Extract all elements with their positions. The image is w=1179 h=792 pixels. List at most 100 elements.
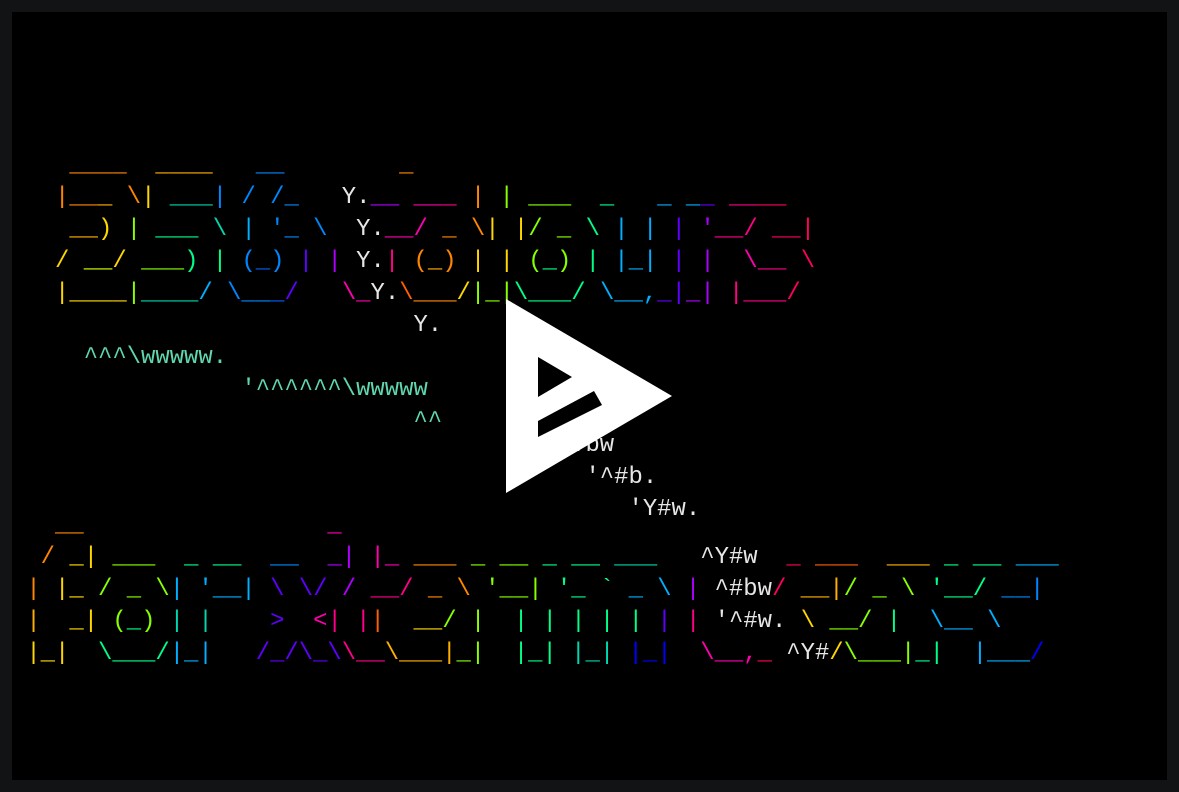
terminal-text-segment: ' (685, 216, 715, 243)
terminal-text-segment: ____ (12, 152, 127, 179)
terminal-text-segment: _ __ (155, 544, 242, 571)
terminal-text-segment: | (126, 216, 156, 243)
terminal-text-segment: __ (728, 184, 758, 211)
terminal-text-segment: < (284, 608, 328, 635)
terminal-text-segment: __/ (384, 216, 443, 243)
terminal-line: __ _ (12, 510, 342, 542)
terminal-text-segment: | (12, 576, 56, 603)
terminal-text-segment: \__, (671, 640, 758, 667)
terminal-text-segment: _| (456, 640, 486, 667)
terminal-text-segment: / (771, 576, 787, 603)
terminal-text-segment: / (1030, 640, 1045, 667)
terminal-text-segment: ) (442, 248, 457, 275)
terminal-text-segment: | (800, 216, 816, 243)
terminal-text-segment: | | (155, 608, 213, 635)
terminal-text-segment: _ (757, 544, 801, 571)
terminal-text-segment: _ (700, 184, 729, 211)
terminal-text-segment: ) (270, 248, 285, 275)
terminal-text-segment: |____ (12, 280, 127, 307)
terminal-text-segment: ___ (141, 248, 185, 275)
terminal-text-segment: | (327, 248, 342, 275)
terminal-text-segment: _| (69, 544, 99, 571)
terminal-text-segment: __ (757, 216, 801, 243)
terminal-line: / _| ___ _ __ __ _| |_ ___ _ __ _ __ ___… (12, 542, 1059, 574)
terminal-text-segment: |___ (944, 640, 1031, 667)
terminal-text-segment: |_| (485, 640, 557, 667)
terminal-text-segment: | (12, 608, 70, 635)
play-icon[interactable] (506, 299, 682, 493)
terminal-text-segment: |_| (169, 640, 213, 667)
terminal-text-segment: _ (399, 152, 414, 179)
terminal-text-segment: _ (255, 248, 271, 275)
terminal-text-segment: ____ (155, 152, 213, 179)
terminal-text-segment: __ (384, 608, 443, 635)
terminal-text-segment: _ __ (456, 544, 529, 571)
terminal-text-segment: ) (141, 608, 156, 635)
terminal-text-segment: __/ (714, 216, 758, 243)
terminal-text-segment: / (456, 280, 471, 307)
terminal-text-segment: |_| (614, 248, 672, 275)
terminal-text-segment: / (198, 280, 228, 307)
terminal-text-segment: ^#bw (714, 576, 772, 603)
terminal-text-segment: ___ (399, 544, 457, 571)
terminal-text-segment: | (671, 248, 701, 275)
terminal-text-segment: __/ (815, 608, 873, 635)
terminal-text-segment: | (571, 248, 615, 275)
terminal-text-segment: _ (270, 280, 285, 307)
terminal-line: '^^^^^^\wwwww (12, 374, 427, 406)
terminal-text-segment: __ (83, 248, 113, 275)
terminal-text-segment: _ (571, 184, 615, 211)
terminal-line: ____ ____ __ _ (12, 150, 414, 182)
terminal-text-segment: _ (427, 248, 443, 275)
terminal-text-segment: / _ (528, 216, 586, 243)
terminal-text-segment: '_ \ (255, 216, 328, 243)
terminal-text-segment: _| (685, 280, 715, 307)
terminal-text-segment: | (657, 216, 686, 243)
terminal-text-segment: Y. (370, 280, 400, 307)
terminal-line: |____|____/ \___/ \_Y.\___/|_|\___/ \__,… (12, 278, 801, 310)
terminal-text-segment: | '__| (169, 576, 256, 603)
terminal-text-segment: ^Y#w (700, 544, 758, 571)
terminal-text-segment: \ (585, 216, 600, 243)
terminal-text-segment: | (141, 184, 170, 211)
terminal-text-segment: '^^^^^^\wwww (241, 376, 414, 403)
terminal-text-segment: ( (528, 248, 543, 275)
terminal-text-segment: / (12, 248, 84, 275)
terminal-text-segment: __| (786, 576, 844, 603)
terminal-text-segment: _ __ (929, 544, 1002, 571)
terminal-text-segment: / (12, 544, 70, 571)
terminal-text-segment: / (284, 280, 342, 307)
terminal-text-segment: |_| (614, 640, 672, 667)
terminal-text-segment: ____ (141, 280, 199, 307)
terminal-line: | _| (_) | | > <| || __/ | | | | | | | |… (12, 606, 1001, 638)
terminal-text-segment: _ \ (413, 576, 471, 603)
terminal-text-segment: |___ (714, 280, 787, 307)
terminal-text-segment: __| (987, 576, 1045, 603)
terminal-line: / __/ ___) | (_) | | Y.| (_) | | (_) | |… (12, 246, 815, 278)
terminal-text-segment: | | (599, 216, 658, 243)
terminal-line: |___ \| ___| / /_ Y.__ ___ | | ___ _ _ _… (12, 182, 786, 214)
terminal-text-segment: ___ (1001, 544, 1059, 571)
terminal-text-segment: \ \/ (255, 576, 328, 603)
terminal-text-segment: \ (198, 216, 228, 243)
terminal-text-segment: __/ (370, 576, 414, 603)
terminal-text-segment: | (227, 216, 256, 243)
terminal-text-segment: __ (12, 216, 99, 243)
terminal-text-segment: | (872, 608, 930, 635)
terminal-text-segment: \__ (227, 280, 271, 307)
terminal-text-segment: / (327, 576, 371, 603)
terminal-text-segment: ( (241, 248, 256, 275)
terminal-text-segment: |_ (55, 576, 84, 603)
terminal-text-segment: | | (327, 608, 371, 635)
terminal-text-segment: ___ (98, 544, 156, 571)
terminal-text-segment: | | | | | (485, 608, 643, 635)
terminal-text-segment: | (642, 608, 672, 635)
terminal-text-segment: _ (327, 512, 342, 539)
terminal-text-segment: _ __ (528, 544, 600, 571)
terminal-text-segment: ___ (155, 216, 199, 243)
terminal-text-segment: __ (12, 512, 84, 539)
